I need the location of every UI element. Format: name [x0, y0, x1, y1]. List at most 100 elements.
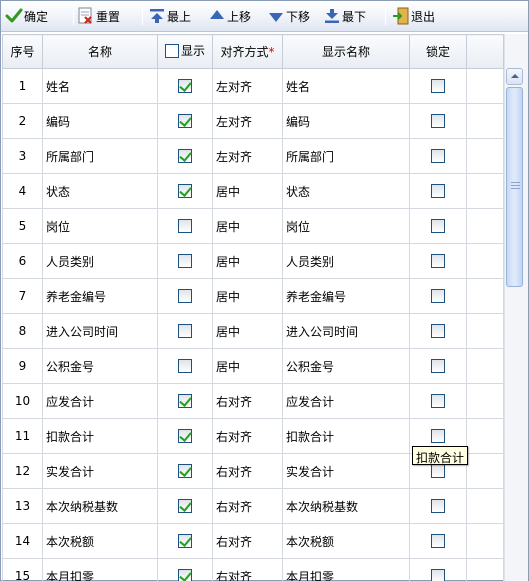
header-no[interactable]: 序号: [2, 34, 43, 69]
header-display-name[interactable]: 显示名称: [282, 34, 410, 69]
cell-show[interactable]: [157, 383, 213, 419]
cell-lock[interactable]: [409, 348, 467, 384]
cell-lock[interactable]: [409, 103, 467, 139]
lock-checkbox[interactable]: [431, 394, 445, 409]
show-checkbox[interactable]: [178, 184, 192, 199]
lock-checkbox[interactable]: [431, 324, 445, 339]
cell-show[interactable]: [157, 488, 213, 524]
cell-align[interactable]: 左对齐: [212, 138, 283, 174]
table-row[interactable]: 4 状态 居中 状态: [2, 173, 504, 209]
cell-show[interactable]: [157, 523, 213, 559]
cell-align[interactable]: 右对齐: [212, 523, 283, 559]
show-checkbox[interactable]: [178, 114, 192, 129]
lock-checkbox[interactable]: [431, 149, 445, 164]
cell-display-name[interactable]: 进入公司时间: [282, 313, 410, 349]
show-checkbox[interactable]: [178, 289, 192, 304]
show-checkbox[interactable]: [178, 359, 192, 374]
scroll-up-button[interactable]: [506, 68, 523, 85]
cell-align[interactable]: 居中: [212, 243, 283, 279]
cell-show[interactable]: [157, 418, 213, 454]
cell-display-name[interactable]: 姓名: [282, 68, 410, 104]
move-top-button[interactable]: 最上: [148, 5, 191, 27]
cell-align[interactable]: 居中: [212, 313, 283, 349]
table-row[interactable]: 15 本月扣零 右对齐 本月扣零: [2, 558, 504, 581]
lock-checkbox[interactable]: [431, 569, 445, 581]
show-checkbox[interactable]: [178, 254, 192, 269]
confirm-button[interactable]: 确定: [5, 5, 48, 27]
scroll-thumb[interactable]: [506, 87, 523, 287]
header-lock[interactable]: 锁定: [409, 34, 467, 69]
lock-checkbox[interactable]: [431, 79, 445, 94]
cell-lock[interactable]: [409, 68, 467, 104]
cell-display-name[interactable]: 应发合计: [282, 383, 410, 419]
cell-display-name[interactable]: 编码: [282, 103, 410, 139]
cell-display-name[interactable]: 本次纳税基数: [282, 488, 410, 524]
cell-show[interactable]: [157, 138, 213, 174]
cell-align[interactable]: 右对齐: [212, 418, 283, 454]
show-checkbox[interactable]: [178, 429, 192, 444]
cell-show[interactable]: [157, 103, 213, 139]
show-checkbox[interactable]: [178, 464, 192, 479]
show-all-checkbox[interactable]: [164, 43, 179, 58]
cell-align[interactable]: 右对齐: [212, 453, 283, 489]
cell-align[interactable]: 右对齐: [212, 558, 283, 581]
show-checkbox[interactable]: [178, 499, 192, 514]
cell-display-name[interactable]: 本月扣零: [282, 558, 410, 581]
move-down-button[interactable]: 下移: [267, 5, 310, 27]
cell-display-name[interactable]: 状态: [282, 173, 410, 209]
lock-checkbox[interactable]: [431, 289, 445, 304]
move-up-button[interactable]: 上移: [208, 5, 251, 27]
lock-checkbox[interactable]: [431, 359, 445, 374]
lock-checkbox[interactable]: [431, 184, 445, 199]
cell-display-name[interactable]: 本次税额: [282, 523, 410, 559]
cell-lock[interactable]: [409, 488, 467, 524]
vertical-scrollbar[interactable]: [504, 34, 528, 581]
cell-display-name[interactable]: 扣款合计: [282, 418, 410, 454]
cell-lock[interactable]: [409, 138, 467, 174]
cell-show[interactable]: [157, 173, 213, 209]
header-align[interactable]: 对齐方式*: [212, 34, 283, 69]
exit-button[interactable]: 退出: [392, 5, 435, 27]
table-row[interactable]: 9 公积金号 居中 公积金号: [2, 348, 504, 384]
lock-checkbox[interactable]: [431, 254, 445, 269]
table-row[interactable]: 1 姓名 左对齐 姓名: [2, 68, 504, 104]
cell-align[interactable]: 居中: [212, 173, 283, 209]
reset-button[interactable]: 重置: [77, 5, 120, 27]
move-bottom-button[interactable]: 最下: [323, 5, 366, 27]
header-show[interactable]: 显示: [157, 34, 213, 69]
lock-checkbox[interactable]: [431, 429, 445, 444]
cell-show[interactable]: [157, 558, 213, 581]
cell-align[interactable]: 左对齐: [212, 68, 283, 104]
cell-lock[interactable]: [409, 558, 467, 581]
cell-lock[interactable]: [409, 278, 467, 314]
cell-align[interactable]: 居中: [212, 208, 283, 244]
cell-display-name[interactable]: 人员类别: [282, 243, 410, 279]
lock-checkbox[interactable]: [431, 534, 445, 549]
table-row[interactable]: 8 进入公司时间 居中 进入公司时间: [2, 313, 504, 349]
cell-lock[interactable]: [409, 313, 467, 349]
cell-lock[interactable]: [409, 208, 467, 244]
cell-show[interactable]: [157, 313, 213, 349]
show-checkbox[interactable]: [178, 149, 192, 164]
cell-display-name[interactable]: 岗位: [282, 208, 410, 244]
table-row[interactable]: 6 人员类别 居中 人员类别: [2, 243, 504, 279]
cell-lock[interactable]: [409, 243, 467, 279]
show-checkbox[interactable]: [178, 569, 192, 581]
cell-align[interactable]: 左对齐: [212, 103, 283, 139]
header-name[interactable]: 名称: [42, 34, 158, 69]
table-row[interactable]: 2 编码 左对齐 编码: [2, 103, 504, 139]
table-row[interactable]: 13 本次纳税基数 右对齐 本次纳税基数: [2, 488, 504, 524]
cell-align[interactable]: 右对齐: [212, 488, 283, 524]
cell-align[interactable]: 居中: [212, 278, 283, 314]
show-checkbox[interactable]: [178, 79, 192, 94]
lock-checkbox[interactable]: [431, 499, 445, 514]
table-row[interactable]: 10 应发合计 右对齐 应发合计: [2, 383, 504, 419]
cell-display-name[interactable]: 实发合计: [282, 453, 410, 489]
table-row[interactable]: 14 本次税额 右对齐 本次税额: [2, 523, 504, 559]
cell-display-name[interactable]: 公积金号: [282, 348, 410, 384]
cell-align[interactable]: 右对齐: [212, 383, 283, 419]
cell-align[interactable]: 居中: [212, 348, 283, 384]
cell-show[interactable]: [157, 243, 213, 279]
cell-show[interactable]: [157, 208, 213, 244]
cell-lock[interactable]: [409, 173, 467, 209]
